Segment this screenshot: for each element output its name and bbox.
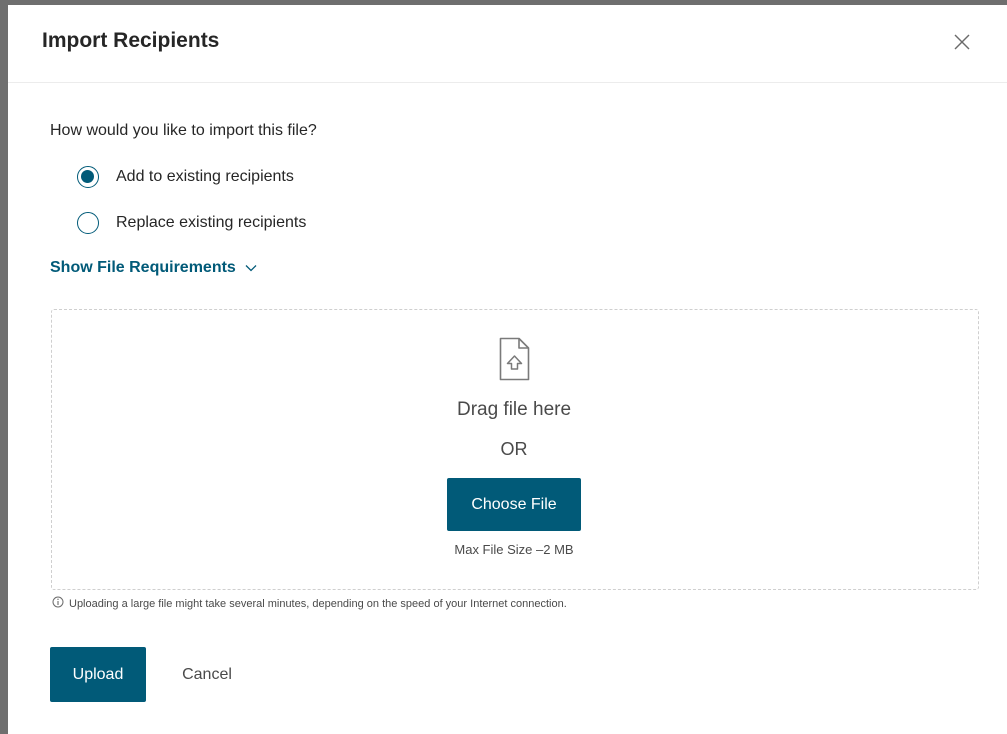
or-separator: OR xyxy=(500,439,528,459)
background-text-fragment xyxy=(0,293,8,307)
info-icon xyxy=(52,596,64,611)
close-icon xyxy=(954,34,970,50)
drag-file-text: Drag file here xyxy=(456,399,572,420)
import-mode-question: How would you like to import this file? xyxy=(50,122,317,139)
upload-notice: Uploading a large file might take severa… xyxy=(52,596,567,611)
cancel-button[interactable]: Cancel xyxy=(162,647,252,702)
close-button[interactable] xyxy=(952,32,972,52)
radio-label: Add to existing recipients xyxy=(116,168,294,185)
max-file-size-note: Max File Size –2 MB xyxy=(454,542,574,557)
show-file-requirements-label: Show File Requirements xyxy=(50,259,236,276)
radio-add-existing[interactable]: Add to existing recipients xyxy=(77,166,294,188)
radio-label: Replace existing recipients xyxy=(116,214,307,231)
radio-replace-existing[interactable]: Replace existing recipients xyxy=(77,212,306,234)
radio-button[interactable] xyxy=(77,212,99,234)
chevron-down-icon xyxy=(245,259,257,277)
upload-button[interactable]: Upload xyxy=(50,647,146,702)
choose-file-button[interactable]: Choose File xyxy=(447,478,581,531)
dialog-title: Import Recipients xyxy=(42,29,220,52)
background-text-fragment xyxy=(0,584,8,598)
show-file-requirements-toggle[interactable]: Show File Requirements xyxy=(50,259,257,277)
upload-notice-text: Uploading a large file might take severa… xyxy=(69,597,567,610)
file-upload-icon xyxy=(498,336,531,382)
background-text-fragment xyxy=(0,474,8,488)
radio-button-checked[interactable] xyxy=(77,166,99,188)
